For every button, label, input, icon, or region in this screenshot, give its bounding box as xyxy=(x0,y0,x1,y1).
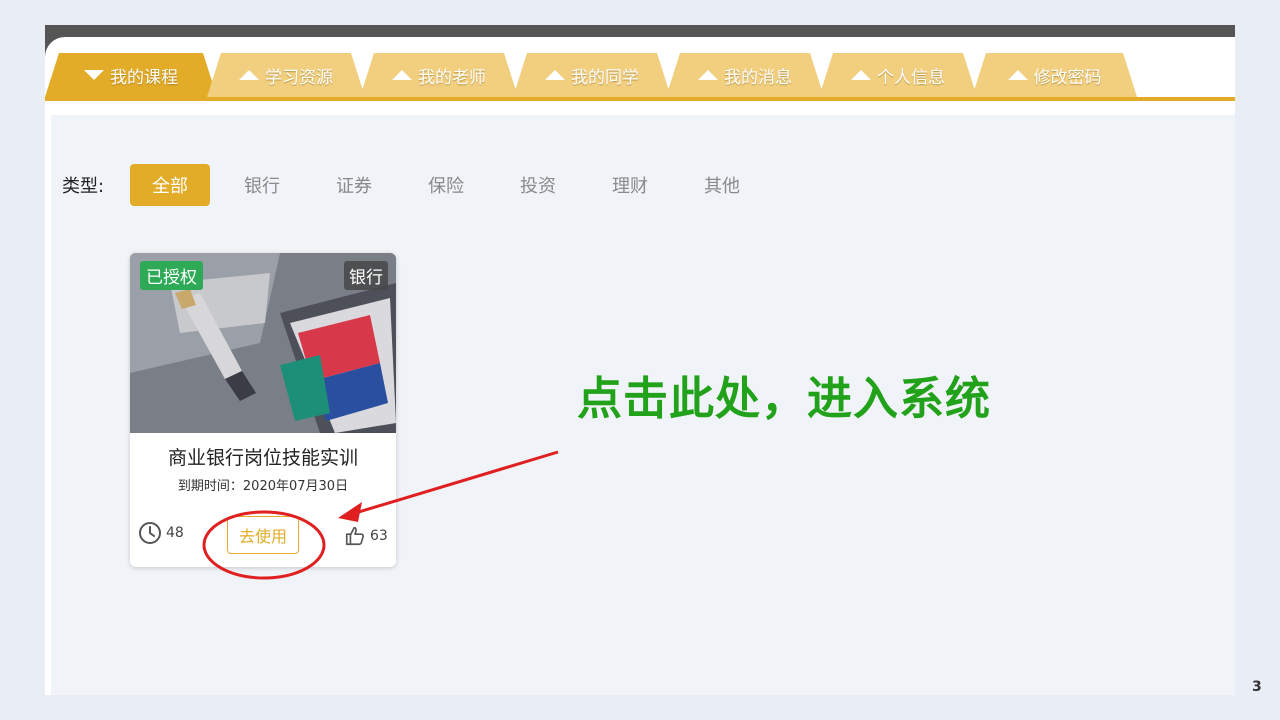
annotation-overlay xyxy=(202,450,559,580)
page-number: 3 xyxy=(1252,679,1262,695)
annotation-text: 点击此处，进入系统 xyxy=(577,372,992,425)
annotation-arrow-line xyxy=(351,450,559,516)
highlight-circle xyxy=(202,510,326,580)
annotation-arrowhead xyxy=(338,502,362,522)
